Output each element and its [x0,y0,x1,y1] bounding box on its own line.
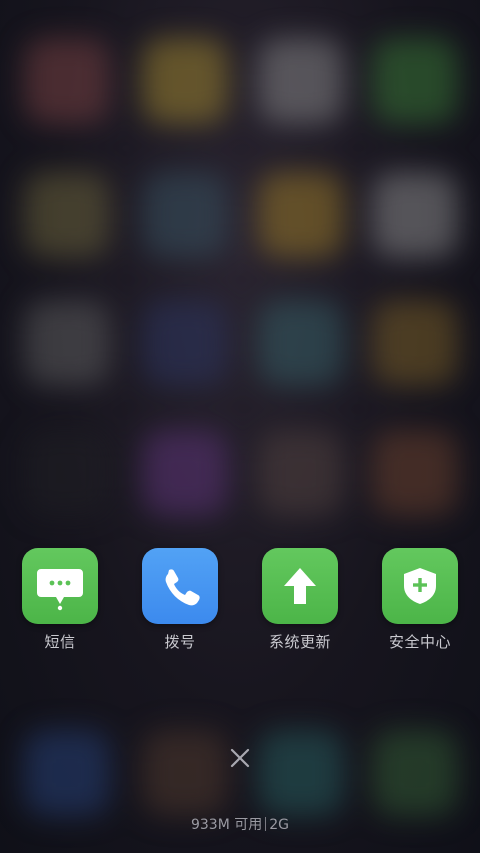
clear-all-button[interactable] [220,738,260,778]
app-system-update-label: 系统更新 [268,633,331,651]
network-type-text: 2G [269,817,290,833]
app-messages-tile[interactable] [22,548,98,624]
phone-icon [165,569,200,606]
app-security-center[interactable]: 安全中心 [360,548,480,652]
app-messages[interactable]: 短信 [0,548,120,652]
app-security-center-tile[interactable] [382,548,458,624]
close-icon [230,748,250,768]
app-system-update-tile[interactable] [262,548,338,624]
memory-available-text: 933M 可用 [190,817,263,833]
arrow-up-icon [284,568,316,604]
app-system-update[interactable]: 系统更新 [240,548,360,652]
app-dialer-label: 拨号 [164,633,196,651]
blurred-home-background [0,0,480,853]
status-divider [265,817,267,831]
message-icon [37,569,83,611]
app-dialer[interactable]: 拨号 [120,548,240,652]
recent-apps-screen: 短信 拨号 系统更新 安全中心 933M 可用 2G [0,0,480,853]
memory-status: 933M 可用 2G [0,814,480,836]
recent-apps-row: 短信 拨号 系统更新 安全中心 [0,548,480,658]
app-security-center-label: 安全中心 [388,633,451,651]
shield-plus-icon [404,568,436,604]
app-dialer-tile[interactable] [142,548,218,624]
app-messages-label: 短信 [44,633,76,651]
